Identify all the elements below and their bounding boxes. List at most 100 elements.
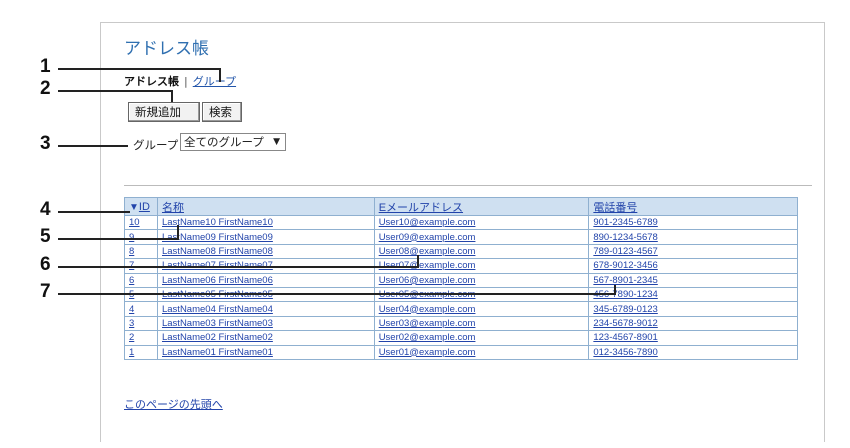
callout-leader-line (177, 225, 179, 240)
id-link[interactable]: 3 (129, 318, 134, 329)
id-link[interactable]: 2 (129, 332, 134, 343)
callout-leader-line (58, 211, 130, 213)
header-phone-link[interactable]: 電話番号 (593, 202, 637, 214)
chevron-down-icon: ▼ (273, 137, 280, 147)
phone-link[interactable]: 901-2345-6789 (593, 217, 657, 228)
table-row: 3 LastName03 FirstName03 User03@example.co… (124, 315, 798, 332)
callout-number: 3 (40, 133, 51, 154)
callout-number: 2 (40, 78, 51, 99)
cell-email: User03@example.com (373, 315, 590, 332)
group-filter-label: グループ (133, 138, 179, 152)
cell-email: User06@example.com (373, 272, 590, 288)
cell-name: LastName10 FirstName10 (156, 214, 375, 231)
cell-phone: 123-4567-8901 (588, 330, 798, 346)
cell-name: LastName04 FirstName04 (156, 301, 375, 317)
id-link[interactable]: 1 (129, 347, 134, 358)
id-link[interactable]: 10 (129, 217, 140, 228)
email-link[interactable]: User09@example.com (379, 232, 476, 243)
address-table: ▼ID 名称 Eメールアドレス 電話番号 10 LastName10 FirstN… (124, 197, 798, 360)
name-link[interactable]: LastName08 FirstName08 (162, 246, 273, 257)
cell-email: User01@example.com (373, 344, 590, 360)
callout-number: 5 (40, 226, 51, 247)
name-link[interactable]: LastName02 FirstName02 (162, 332, 273, 343)
id-link[interactable]: 4 (129, 304, 134, 315)
callout-leader-line (58, 90, 172, 92)
table-header-row: ▼ID 名称 Eメールアドレス 電話番号 (124, 197, 798, 216)
section-divider (124, 185, 812, 186)
cell-id: 10 (124, 214, 158, 231)
group-select-value: 全てのグループ (184, 135, 264, 149)
subnav-separator: | (184, 75, 188, 88)
cell-phone: 234-5678-9012 (588, 315, 798, 332)
name-link[interactable]: LastName03 FirstName03 (162, 318, 273, 329)
phone-link[interactable]: 234-5678-9012 (593, 318, 657, 329)
email-link[interactable]: User02@example.com (379, 332, 476, 343)
cell-id: 4 (124, 301, 158, 317)
name-link[interactable]: LastName06 FirstName06 (162, 275, 273, 286)
callout-leader-line (171, 90, 173, 102)
phone-link[interactable]: 123-4567-8901 (593, 332, 657, 343)
sort-descending-icon: ▼ (129, 201, 139, 213)
back-to-top-link[interactable]: このページの先頭へ (124, 396, 223, 412)
email-link[interactable]: User08@example.com (379, 246, 476, 257)
phone-link[interactable]: 890-1234-5678 (593, 232, 657, 243)
callout-leader-line (614, 285, 616, 295)
cell-email: User09@example.com (373, 229, 590, 245)
table-row: 4 LastName04 FirstName04 User04@example.co… (124, 301, 798, 317)
cell-email: User10@example.com (373, 214, 590, 231)
phone-link[interactable]: 012-3456-7890 (593, 347, 657, 358)
email-link[interactable]: User01@example.com (379, 347, 476, 358)
name-link[interactable]: LastName01 FirstName01 (162, 347, 273, 358)
group-select-dropdown[interactable]: 全てのグループ ▼ (180, 133, 286, 151)
callout-number: 6 (40, 254, 51, 275)
phone-link[interactable]: 345-6789-0123 (593, 304, 657, 315)
name-link[interactable]: LastName04 FirstName04 (162, 304, 273, 315)
table-row: 6 LastName06 FirstName06 User06@example.co… (124, 272, 798, 288)
cell-email: User08@example.com (373, 243, 590, 260)
header-name[interactable]: 名称 (156, 197, 375, 216)
callout-leader-line (58, 145, 128, 147)
email-link[interactable]: User10@example.com (379, 217, 476, 228)
header-id-link[interactable]: ID (139, 201, 150, 213)
header-name-link[interactable]: 名称 (162, 202, 184, 214)
callout-leader-line (58, 293, 615, 295)
cell-name: LastName09 FirstName09 (156, 229, 375, 245)
email-link[interactable]: User06@example.com (379, 275, 476, 286)
header-phone[interactable]: 電話番号 (588, 197, 798, 216)
table-row: 1 LastName01 FirstName01 User01@example.co… (124, 344, 798, 360)
cell-id: 6 (124, 272, 158, 288)
cell-name: LastName02 FirstName02 (156, 330, 375, 346)
table-row: 8 LastName08 FirstName08 User08@example.co… (124, 243, 798, 260)
callout-leader-line (219, 68, 221, 82)
callout-number: 1 (40, 56, 51, 77)
cell-name: LastName08 FirstName08 (156, 243, 375, 260)
header-email-link[interactable]: Eメールアドレス (379, 202, 463, 214)
cell-phone: 789-0123-4567 (588, 243, 798, 260)
search-button[interactable]: 検索 (202, 102, 242, 122)
id-link[interactable]: 8 (129, 246, 134, 257)
cell-phone: 456-7890-1234 (588, 286, 798, 303)
add-new-button[interactable]: 新規追加 (128, 102, 200, 122)
callout-leader-line (417, 255, 419, 268)
cell-id: 3 (124, 315, 158, 332)
header-email[interactable]: Eメールアドレス (373, 197, 590, 216)
table-row: 2 LastName02 FirstName02 User02@example.co… (124, 330, 798, 346)
cell-name: LastName06 FirstName06 (156, 272, 375, 288)
phone-link[interactable]: 678-9012-3456 (593, 260, 657, 271)
subnav-group-link[interactable]: グループ (193, 75, 236, 88)
id-link[interactable]: 6 (129, 275, 134, 286)
callout-leader-line (58, 238, 178, 240)
email-link[interactable]: User04@example.com (379, 304, 476, 315)
cell-phone: 890-1234-5678 (588, 229, 798, 245)
callout-leader-line (58, 266, 418, 268)
cell-phone: 012-3456-7890 (588, 344, 798, 360)
phone-link[interactable]: 789-0123-4567 (593, 246, 657, 257)
email-link[interactable]: User03@example.com (379, 318, 476, 329)
cell-id: 8 (124, 243, 158, 260)
phone-link[interactable]: 567-8901-2345 (593, 275, 657, 286)
callout-leader-line (58, 68, 220, 70)
callout-number: 4 (40, 199, 51, 220)
cell-phone: 567-8901-2345 (588, 272, 798, 288)
subnav-current-address-book: アドレス帳 (124, 75, 179, 88)
cell-id: 2 (124, 330, 158, 346)
